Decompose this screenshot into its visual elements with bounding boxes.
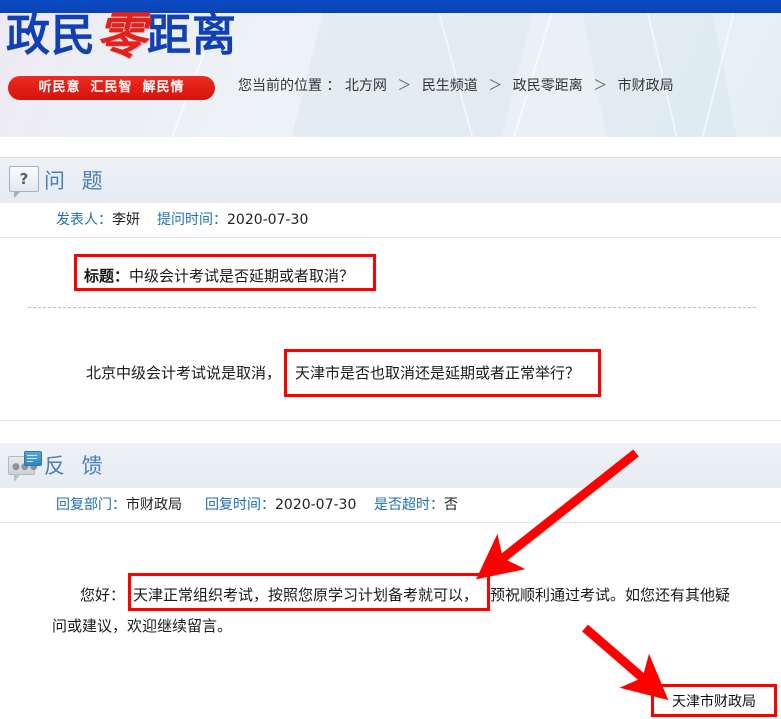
feedback-blue-bubble — [24, 451, 42, 466]
question-time: 提问时间：2020-07-30 — [157, 210, 308, 230]
question-dashed-divider — [28, 307, 756, 308]
reply-greeting: 您好： — [80, 586, 126, 604]
logo-text-part3: 距离 — [147, 10, 237, 61]
chevron-right-icon: ＞ — [397, 78, 412, 94]
feedback-dept-value: 市财政局 — [126, 497, 182, 513]
feedback-bubble-icon: ●●● — [8, 451, 42, 482]
question-mark-glyph: ? — [19, 170, 29, 188]
question-body-part1: 北京中级会计考试说是取消， — [86, 364, 282, 382]
feedback-time-label: 回复时间： — [205, 497, 275, 513]
question-bubble-icon: ? — [9, 166, 39, 198]
logo-slogan-pill: 听民意 汇民智 解民情 — [8, 76, 215, 100]
question-author-value: 李妍 — [112, 212, 140, 228]
feedback-overtime-value: 否 — [444, 497, 458, 513]
breadcrumb-item-2[interactable]: 政民零距离 — [513, 78, 583, 94]
feedback-time: 回复时间：2020-07-30 — [205, 495, 356, 515]
question-title-label: 标题： — [84, 267, 130, 285]
breadcrumb-item-0[interactable]: 北方网 — [345, 78, 387, 94]
banner-facet-shade-b — [578, 13, 752, 137]
feedback-section-title: 反 馈 — [44, 454, 108, 478]
breadcrumb-item-3[interactable]: 市财政局 — [618, 78, 674, 94]
feedback-dept-label: 回复部门： — [56, 497, 126, 513]
question-time-label: 提问时间： — [157, 212, 227, 228]
feedback-dept: 回复部门：市财政局 — [56, 495, 182, 515]
feedback-section-header: ●●● 反 馈 — [0, 443, 781, 489]
annotation-box-signature: 天津市财政局 — [651, 684, 777, 717]
question-author: 发表人：李妍 — [56, 210, 140, 230]
banner-facet-shade-a — [272, 13, 538, 137]
question-title-line: 标题：中级会计考试是否延期或者取消？ — [84, 261, 354, 292]
question-section-title: 问 题 — [44, 169, 108, 193]
logo-wordmark: 政民零距离 — [6, 2, 237, 67]
question-section-bottom-divider — [0, 420, 781, 421]
banner-bottom-gap — [0, 137, 781, 157]
question-time-value: 2020-07-30 — [227, 212, 309, 228]
logo-text-zero: 零 — [96, 6, 147, 65]
question-meta-row: 发表人：李妍 提问时间：2020-07-30 — [0, 203, 781, 238]
feedback-overtime: 是否超时：否 — [374, 495, 458, 515]
chevron-right-icon: ＞ — [488, 78, 503, 94]
question-body-part2: 天津市是否也取消还是延期或者正常举行？ — [295, 364, 581, 382]
logo-text-part1: 政民 — [6, 10, 96, 61]
reply-highlight: 天津正常组织考试，按照您原学习计划备考就可以， — [133, 586, 479, 604]
feedback-time-value: 2020-07-30 — [275, 497, 357, 513]
reply-line2: 问或建议，欢迎继续留言。 — [52, 617, 233, 635]
feedback-meta-row: 回复部门：市财政局 回复时间：2020-07-30 是否超时：否 — [0, 488, 781, 523]
question-title-value: 中级会计考试是否延期或者取消？ — [129, 267, 355, 285]
arrow-to-signature — [582, 624, 669, 701]
feedback-overtime-label: 是否超时： — [374, 497, 444, 513]
slogan-3: 解民情 — [142, 80, 185, 95]
breadcrumb-item-1[interactable]: 民生频道 — [422, 78, 478, 94]
chevron-right-icon: ＞ — [593, 78, 608, 94]
reply-signature: 天津市财政局 — [672, 694, 756, 710]
question-author-label: 发表人： — [56, 212, 112, 228]
site-logo[interactable]: 政民零距离 听民意 汇民智 解民情 — [6, 2, 236, 107]
question-section-header: ? 问 题 — [0, 158, 781, 204]
breadcrumb: 您当前的位置 ： 北方网 ＞ 民生频道 ＞ 政民零距离 ＞ 市财政局 — [238, 76, 674, 96]
slogan-1: 听民意 — [38, 80, 81, 95]
reply-rest: 预祝顺利通过考试。如您还有其他疑 — [490, 586, 731, 604]
breadcrumb-label: 您当前的位置 ： — [238, 78, 341, 94]
slogan-2: 汇民智 — [90, 80, 133, 95]
